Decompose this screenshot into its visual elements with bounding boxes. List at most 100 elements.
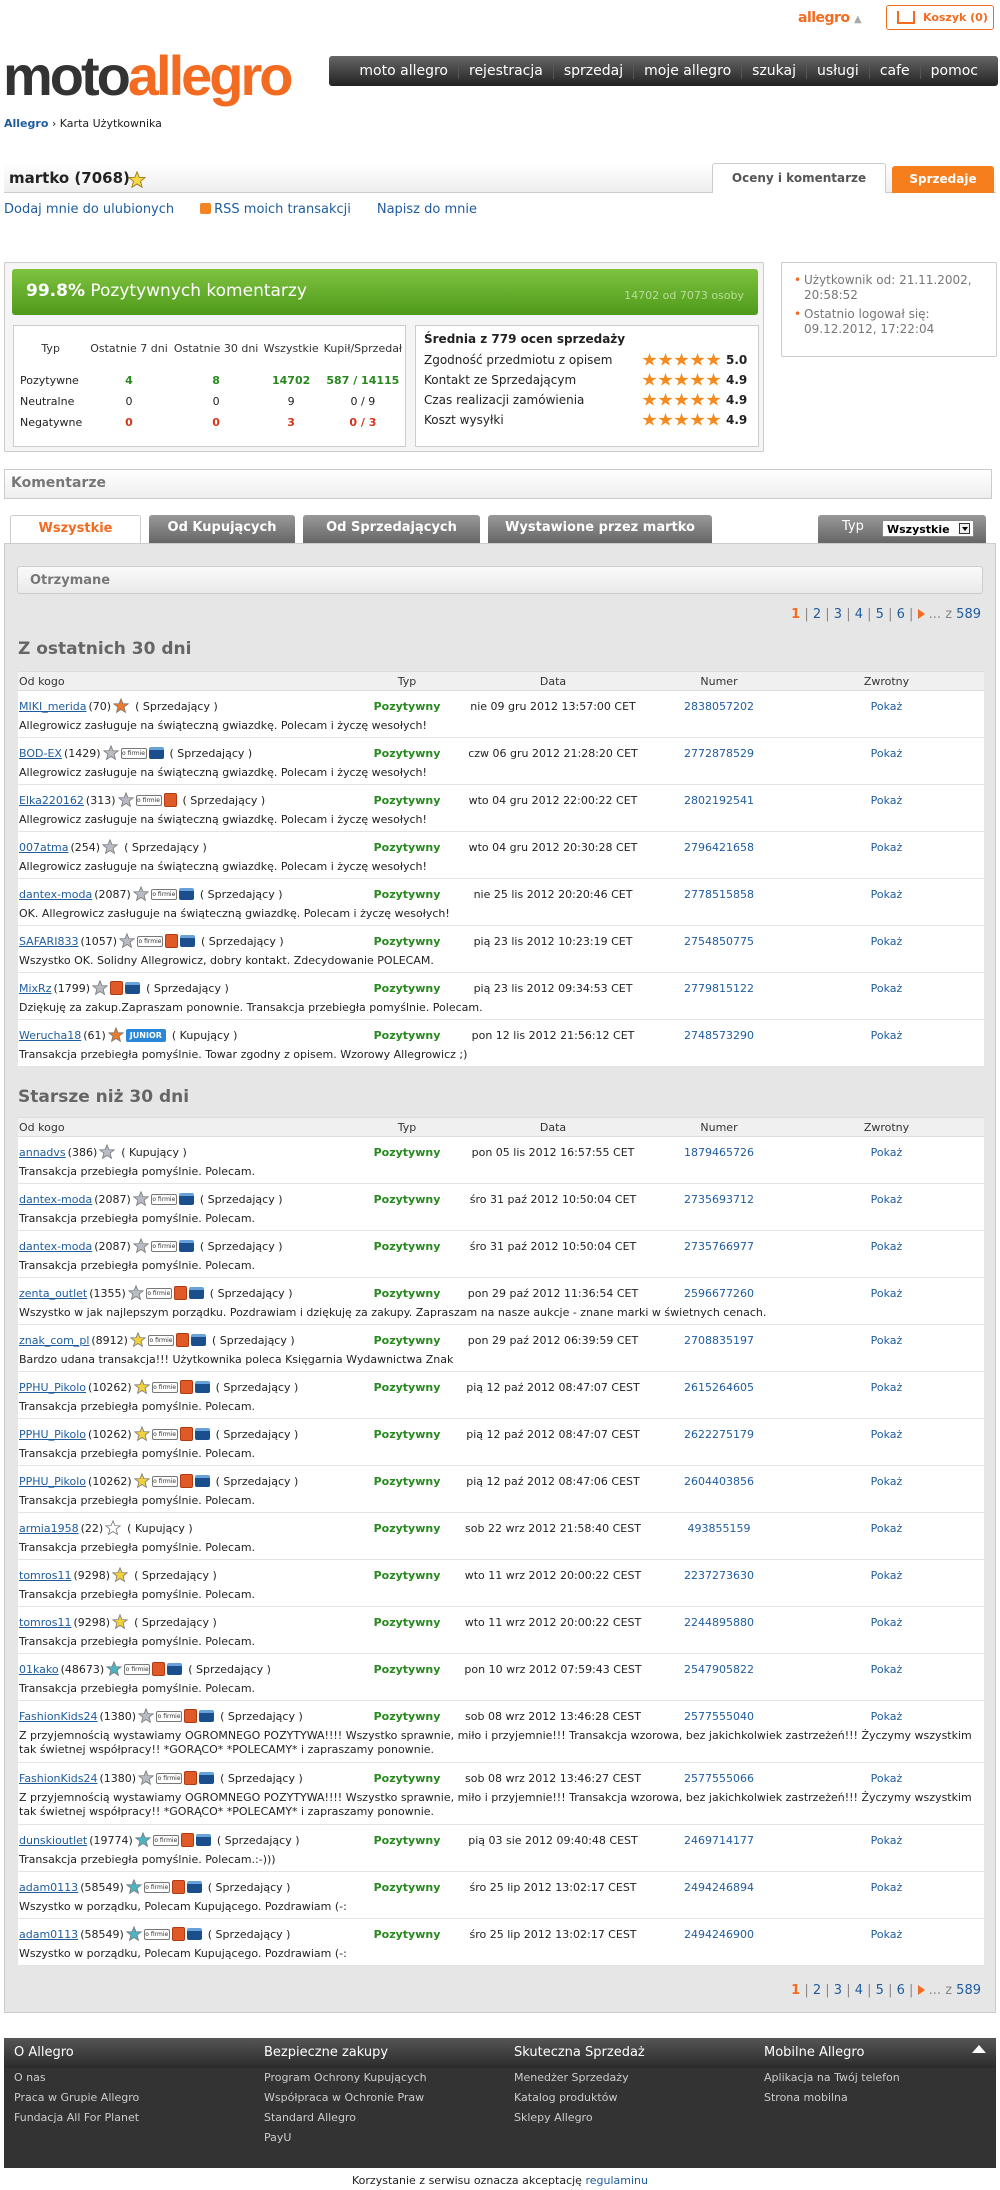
show-response-link[interactable]: Pokaż bbox=[789, 1569, 984, 1582]
about-company-icon[interactable]: o firmie bbox=[151, 1428, 178, 1440]
shop-bag-icon[interactable] bbox=[171, 1880, 185, 1894]
auction-number-link[interactable]: 2838057202 bbox=[649, 700, 789, 713]
show-response-link[interactable]: Pokaż bbox=[789, 700, 984, 713]
user-link[interactable]: tomros11 bbox=[19, 1616, 72, 1629]
tab-wszystkie[interactable]: Wszystkie bbox=[10, 515, 141, 545]
last-page-link[interactable]: 589 bbox=[956, 1983, 981, 1998]
show-response-link[interactable]: Pokaż bbox=[789, 1475, 984, 1488]
show-response-link[interactable]: Pokaż bbox=[789, 841, 984, 854]
rss-link[interactable]: RSS moich transakcji bbox=[200, 202, 351, 217]
user-link[interactable]: FashionKids24 bbox=[19, 1710, 98, 1723]
tab-sprzedaje[interactable]: Sprzedaje bbox=[892, 166, 994, 193]
shop-bag-icon[interactable] bbox=[184, 1771, 198, 1785]
page-link[interactable]: 6 bbox=[897, 1983, 905, 1998]
type-select[interactable]: Wszystkie bbox=[882, 520, 974, 537]
show-response-link[interactable]: Pokaż bbox=[789, 1428, 984, 1441]
footer-link[interactable]: Sklepy Allegro bbox=[514, 2108, 754, 2128]
user-link[interactable]: Elka220162 bbox=[19, 794, 84, 807]
page-link[interactable]: 3 bbox=[834, 1983, 842, 1998]
auction-number-link[interactable]: 2577555040 bbox=[649, 1710, 789, 1723]
auction-number-link[interactable]: 2615264605 bbox=[649, 1381, 789, 1394]
shop-bag-icon[interactable] bbox=[179, 1427, 193, 1441]
auction-number-link[interactable]: 2802192541 bbox=[649, 794, 789, 807]
about-company-icon[interactable]: o firmie bbox=[151, 1381, 178, 1393]
show-response-link[interactable]: Pokaż bbox=[789, 1616, 984, 1629]
auction-number-link[interactable]: 2778515858 bbox=[649, 888, 789, 901]
about-company-icon[interactable]: o firmie bbox=[150, 1240, 177, 1252]
auction-number-link[interactable]: 2796421658 bbox=[649, 841, 789, 854]
shop-bag-icon[interactable] bbox=[184, 1709, 198, 1723]
user-link[interactable]: PPHU_Pikolo bbox=[19, 1381, 86, 1394]
shop-bag-icon[interactable] bbox=[180, 1833, 194, 1847]
auction-number-link[interactable]: 2772878529 bbox=[649, 747, 789, 760]
cart-button[interactable]: Koszyk (0) bbox=[886, 5, 994, 30]
user-link[interactable]: MixRz bbox=[19, 982, 51, 995]
show-response-link[interactable]: Pokaż bbox=[789, 1029, 984, 1042]
user-link[interactable]: tomros11 bbox=[19, 1569, 72, 1582]
write-to-me-link[interactable]: Napisz do mnie bbox=[377, 202, 477, 217]
auction-number-link[interactable]: 1879465726 bbox=[649, 1146, 789, 1159]
about-company-icon[interactable]: o firmie bbox=[135, 794, 162, 806]
about-company-icon[interactable]: o firmie bbox=[156, 1772, 183, 1784]
about-company-icon[interactable]: o firmie bbox=[124, 1663, 151, 1675]
show-response-link[interactable]: Pokaż bbox=[789, 1287, 984, 1300]
show-response-link[interactable]: Pokaż bbox=[789, 888, 984, 901]
auction-number-link[interactable]: 2469714177 bbox=[649, 1834, 789, 1847]
user-link[interactable]: dantex-moda bbox=[19, 1240, 92, 1253]
about-company-icon[interactable]: o firmie bbox=[151, 1475, 178, 1487]
shop-bag-icon[interactable] bbox=[165, 934, 179, 948]
auction-number-link[interactable]: 2244895880 bbox=[649, 1616, 789, 1629]
user-link[interactable]: SAFARI833 bbox=[19, 935, 78, 948]
page-link[interactable]: 4 bbox=[855, 1983, 863, 1998]
last-page-link[interactable]: 589 bbox=[956, 607, 981, 622]
page-link[interactable]: 2 bbox=[813, 1983, 821, 1998]
show-response-link[interactable]: Pokaż bbox=[789, 794, 984, 807]
auction-number-link[interactable]: 2748573290 bbox=[649, 1029, 789, 1042]
tab-od-kupujacych[interactable]: Od Kupujących bbox=[149, 515, 295, 543]
user-link[interactable]: armia1958 bbox=[19, 1522, 79, 1535]
user-link[interactable]: BOD-EX bbox=[19, 747, 62, 760]
user-link[interactable]: PPHU_Pikolo bbox=[19, 1428, 86, 1441]
user-link[interactable]: adam0113 bbox=[19, 1881, 78, 1894]
user-link[interactable]: zenta_outlet bbox=[19, 1287, 87, 1300]
nav-item-4[interactable]: szukaj bbox=[741, 63, 806, 79]
footer-link[interactable]: Program Ochrony Kupujących bbox=[264, 2068, 504, 2088]
user-link[interactable]: Werucha18 bbox=[19, 1029, 81, 1042]
allegro-top-link[interactable]: allegro ▲ bbox=[798, 10, 862, 26]
terms-link[interactable]: regulaminu bbox=[585, 2174, 648, 2187]
page-link[interactable]: 6 bbox=[897, 607, 905, 622]
auction-number-link[interactable]: 2547905822 bbox=[649, 1663, 789, 1676]
show-response-link[interactable]: Pokaż bbox=[789, 1240, 984, 1253]
shop-bag-icon[interactable] bbox=[179, 1474, 193, 1488]
nav-item-5[interactable]: usługi bbox=[806, 63, 869, 79]
user-link[interactable]: dantex-moda bbox=[19, 888, 92, 901]
user-link[interactable]: MIKI_merida bbox=[19, 700, 86, 713]
footer-link[interactable]: Strona mobilna bbox=[764, 2088, 1000, 2108]
show-response-link[interactable]: Pokaż bbox=[789, 1881, 984, 1894]
shop-bag-icon[interactable] bbox=[163, 793, 177, 807]
footer-link[interactable]: Praca w Grupie Allegro bbox=[14, 2088, 254, 2108]
auction-number-link[interactable]: 2237273630 bbox=[649, 1569, 789, 1582]
about-company-icon[interactable]: o firmie bbox=[145, 1287, 172, 1299]
auction-number-link[interactable]: 2577555066 bbox=[649, 1772, 789, 1785]
nav-item-0[interactable]: moto allegro bbox=[349, 63, 458, 79]
footer-link[interactable]: PayU bbox=[264, 2128, 504, 2148]
about-company-icon[interactable]: o firmie bbox=[137, 935, 164, 947]
next-page-icon[interactable] bbox=[917, 609, 925, 619]
nav-item-7[interactable]: pomoc bbox=[919, 63, 988, 79]
auction-number-link[interactable]: 2596677260 bbox=[649, 1287, 789, 1300]
footer-link[interactable]: Menedżer Sprzedaży bbox=[514, 2068, 754, 2088]
show-response-link[interactable]: Pokaż bbox=[789, 747, 984, 760]
user-link[interactable]: FashionKids24 bbox=[19, 1772, 98, 1785]
show-response-link[interactable]: Pokaż bbox=[789, 1710, 984, 1723]
show-response-link[interactable]: Pokaż bbox=[789, 1381, 984, 1394]
nav-item-3[interactable]: moje allegro bbox=[633, 63, 741, 79]
breadcrumb-allegro[interactable]: Allegro bbox=[4, 117, 48, 130]
auction-number-link[interactable]: 2708835197 bbox=[649, 1334, 789, 1347]
about-company-icon[interactable]: o firmie bbox=[156, 1710, 183, 1722]
tab-wystawione[interactable]: Wystawione przez martko bbox=[488, 515, 712, 543]
footer-link[interactable]: Fundacja All For Planet bbox=[14, 2108, 254, 2128]
nav-item-6[interactable]: cafe bbox=[868, 63, 920, 79]
page-link[interactable]: 5 bbox=[876, 1983, 884, 1998]
about-company-icon[interactable]: o firmie bbox=[152, 1834, 179, 1846]
